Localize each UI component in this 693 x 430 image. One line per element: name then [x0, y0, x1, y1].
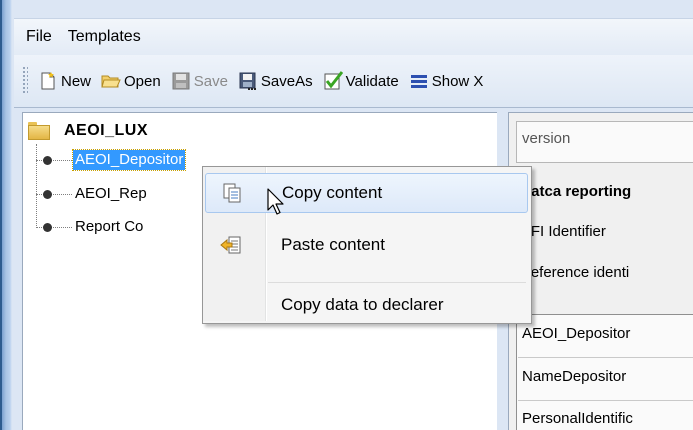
tree-node-label: Report Co [75, 218, 144, 235]
toolbar-buttons: New Open Save SaveAs Validate Show X [38, 66, 493, 96]
tree-root-label: AEOI_LUX [64, 122, 149, 139]
list-lines-icon [409, 71, 429, 91]
save-button[interactable]: Save [171, 71, 228, 91]
field-rfi-identifier: RFI Identifier [520, 223, 606, 240]
validate-check-icon [323, 71, 343, 91]
validate-button[interactable]: Validate [323, 71, 399, 91]
show-x-label: Show X [431, 72, 484, 90]
menu-file[interactable]: File [18, 24, 60, 50]
show-x-button[interactable]: Show X [409, 71, 484, 91]
node-bullet-icon [43, 189, 52, 199]
menu-separator [268, 282, 526, 283]
save-label: Save [193, 72, 228, 90]
subsection-title: AEOI_Depositor [522, 325, 631, 342]
field-reference-identifier: Reference identi [520, 264, 630, 281]
open-label: Open [124, 72, 161, 90]
window-border [0, 0, 12, 430]
section-title: Fatca reporting [522, 183, 632, 200]
copy-icon [221, 182, 243, 204]
mouse-cursor-icon [266, 188, 286, 216]
save-as-icon [238, 71, 258, 91]
saveas-button[interactable]: SaveAs [238, 71, 313, 91]
tree-node-report-co[interactable]: Report Co [36, 216, 145, 238]
new-button[interactable]: New [38, 71, 91, 91]
menu-item-copy-data-to-declarer[interactable]: Copy data to declarer [205, 285, 528, 325]
node-bullet-icon [43, 222, 52, 232]
menu-row: File Templates [18, 24, 218, 50]
node-bullet-icon [43, 155, 52, 165]
menu-item-label: Paste content [281, 235, 385, 254]
menu-item-paste-content[interactable]: Paste content [205, 225, 528, 265]
menu-item-copy-content[interactable]: Copy content [205, 173, 528, 213]
paste-icon [220, 234, 242, 256]
save-disk-icon [171, 71, 191, 91]
tree-node-label: AEOI_Depositor [71, 149, 187, 171]
row-divider [518, 400, 693, 401]
new-document-icon [38, 71, 58, 91]
tree-root[interactable]: AEOI_LUX [28, 118, 148, 144]
tree-node-aeoi-rep[interactable]: AEOI_Rep [36, 183, 149, 205]
application-window: File Templates New Open Save SaveAs Vali… [0, 0, 693, 430]
open-folder-icon [101, 71, 121, 91]
menu-item-label: Copy data to declarer [281, 295, 444, 314]
open-button[interactable]: Open [101, 71, 161, 91]
version-label: version [522, 130, 571, 147]
menu-templates[interactable]: Templates [60, 24, 149, 50]
validate-label: Validate [345, 72, 399, 90]
saveas-label: SaveAs [260, 72, 313, 90]
field-personal-identific: PersonalIdentific [522, 410, 633, 427]
tree-node-aeoi-depositor[interactable]: AEOI_Depositor [36, 149, 187, 171]
folder-icon [28, 122, 50, 140]
row-divider [518, 357, 693, 358]
toolbar-grip[interactable] [22, 66, 28, 94]
field-name-depositor: NameDepositor [522, 368, 627, 385]
tree-node-label: AEOI_Rep [75, 185, 147, 202]
new-label: New [61, 72, 92, 90]
menu-item-label: Copy content [282, 183, 383, 202]
